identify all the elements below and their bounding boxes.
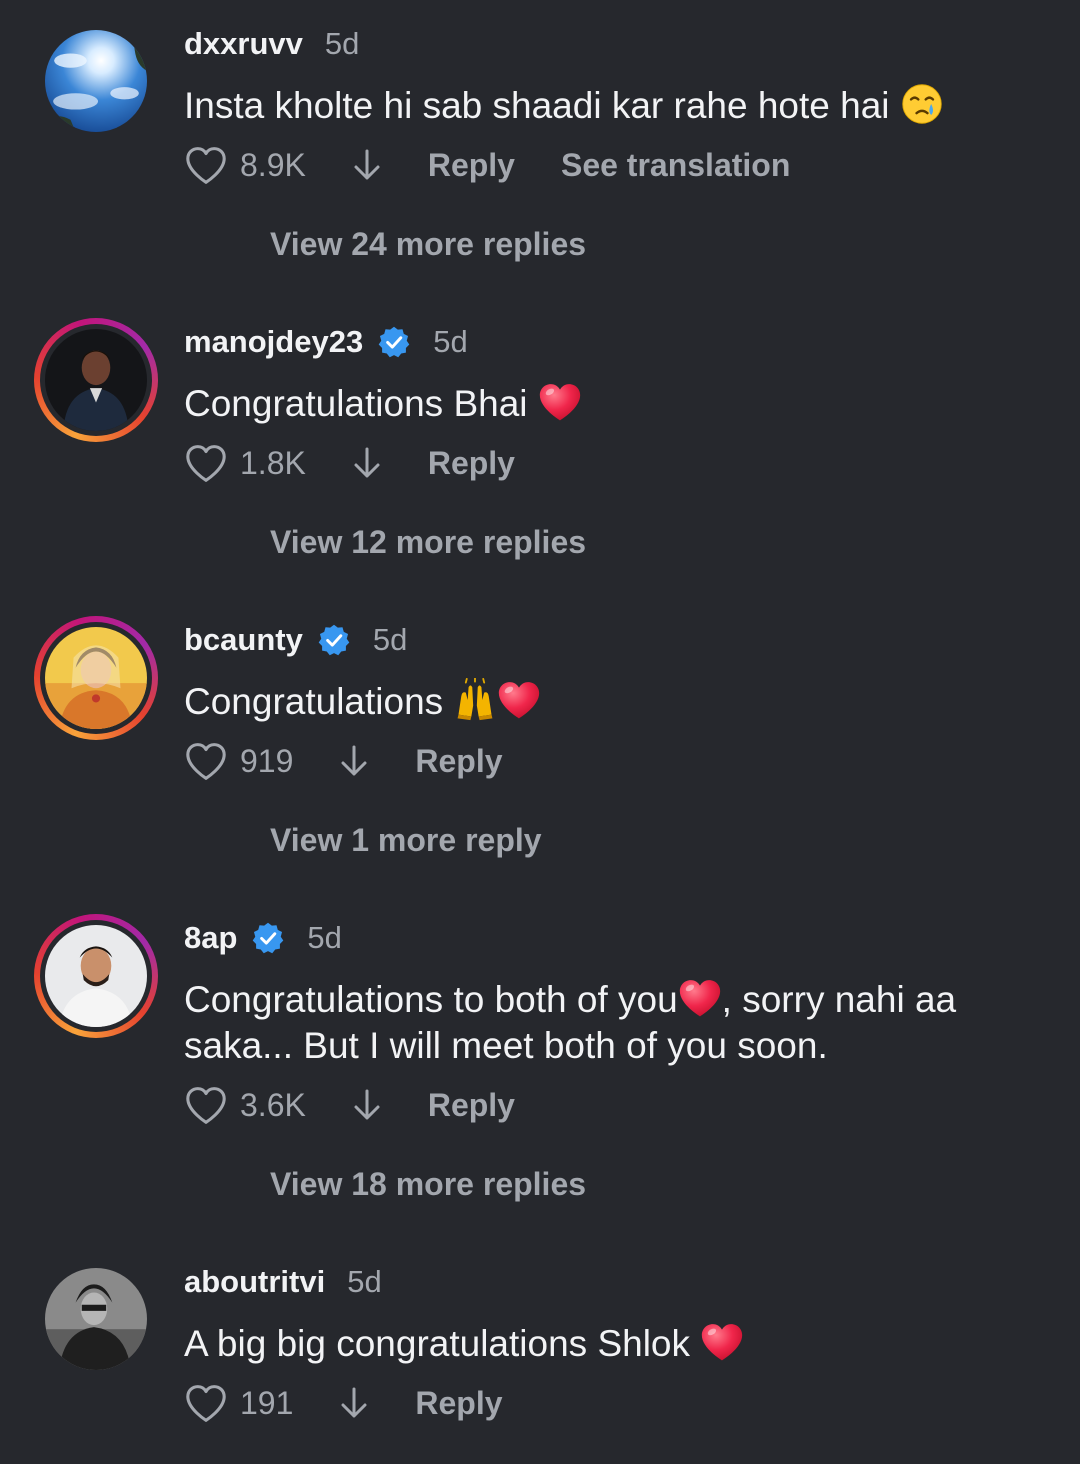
dislike-arrow-icon[interactable]	[352, 1088, 382, 1122]
heart-outline-icon	[184, 1383, 228, 1423]
comment-header: bcaunty 5d	[184, 620, 1040, 660]
reply-button[interactable]: Reply	[428, 445, 515, 482]
avatar-frame	[40, 324, 152, 436]
comment-text: Congratulations to both of you, sorry na…	[184, 976, 1040, 1069]
view-more-replies-button[interactable]: View 1 more reply	[270, 822, 542, 859]
reply-button[interactable]: Reply	[415, 1385, 502, 1422]
avatar[interactable]	[34, 318, 158, 442]
reply-button[interactable]: Reply	[415, 743, 502, 780]
like-button[interactable]: 8.9K	[184, 145, 306, 185]
timestamp: 5d	[372, 622, 408, 657]
timestamp: 5d	[307, 920, 342, 955]
username[interactable]: dxxruvv	[184, 26, 303, 62]
comment-text: A big big congratulations Shlok	[184, 1320, 1040, 1367]
like-button[interactable]: 1.8K	[184, 443, 306, 483]
avatar-frame	[45, 30, 147, 132]
reply-button[interactable]: Reply	[428, 147, 515, 184]
comment-content: bcaunty 5d Congratulations 919 Reply	[184, 620, 1040, 787]
like-count: 8.9K	[240, 146, 306, 183]
avatar-frame	[45, 1268, 147, 1370]
comment-text-body-start: Congratulations to both of you	[184, 979, 678, 1020]
like-button[interactable]: 919	[184, 741, 293, 781]
comment-header: 8ap 5d	[184, 918, 1040, 958]
comment-header: dxxruvv 5d	[184, 24, 1040, 64]
username[interactable]: manojdey23	[184, 324, 363, 360]
dislike-arrow-icon[interactable]	[339, 744, 369, 778]
avatar-image	[45, 627, 147, 729]
timestamp: 5d	[324, 26, 360, 61]
comment-text-body: Congratulations Bhai	[184, 383, 528, 424]
verified-badge-icon	[377, 325, 411, 359]
dislike-arrow-icon[interactable]	[339, 1386, 369, 1420]
username[interactable]: 8ap	[184, 920, 237, 956]
heart-outline-icon	[184, 1085, 228, 1125]
avatar-image	[45, 1268, 147, 1370]
comment-text: Congratulations Bhai	[184, 380, 1040, 427]
dislike-arrow-icon[interactable]	[352, 446, 382, 480]
comment-content: dxxruvv 5d Insta kholte hi sab shaadi ka…	[184, 24, 1040, 191]
red-heart-emoji-icon	[497, 678, 541, 722]
avatar-frame	[40, 622, 152, 734]
red-heart-emoji-icon	[700, 1320, 744, 1364]
avatar-image	[45, 30, 147, 132]
view-more-replies-button[interactable]: View 12 more replies	[270, 524, 586, 561]
comment-content: 8ap 5d Congratulations to both of you, s…	[184, 918, 1040, 1131]
comment-actions: 1.8K Reply	[184, 437, 1040, 489]
like-count: 191	[240, 1384, 294, 1421]
timestamp: 5d	[347, 1264, 382, 1299]
heart-outline-icon	[184, 145, 228, 185]
username[interactable]: bcaunty	[184, 622, 303, 658]
reply-button[interactable]: Reply	[428, 1087, 515, 1124]
heart-outline-icon	[184, 443, 228, 483]
red-heart-emoji-icon	[678, 976, 722, 1020]
view-more-replies-button[interactable]: View 24 more replies	[270, 226, 586, 263]
verified-badge-icon	[317, 623, 351, 657]
avatar[interactable]	[34, 19, 158, 143]
dislike-arrow-icon[interactable]	[352, 148, 382, 182]
comment-actions: 3.6K Reply	[184, 1079, 1040, 1131]
comment-text-body: A big big congratulations Shlok	[184, 1323, 691, 1364]
red-heart-emoji-icon	[538, 380, 582, 424]
comment-text: Insta kholte hi sab shaadi kar rahe hote…	[184, 82, 1040, 129]
comment-text: Congratulations	[184, 678, 1040, 725]
see-translation-button[interactable]: See translation	[561, 147, 790, 184]
comment-header: aboutritvi 5d	[184, 1262, 1040, 1302]
comment-text-body: Insta kholte hi sab shaadi kar rahe hote…	[184, 85, 890, 126]
username[interactable]: aboutritvi	[184, 1264, 325, 1300]
like-button[interactable]: 191	[184, 1383, 293, 1423]
view-more-replies-button[interactable]: View 18 more replies	[270, 1166, 586, 1203]
like-button[interactable]: 3.6K	[184, 1085, 306, 1125]
timestamp: 5d	[433, 324, 468, 359]
avatar[interactable]	[34, 1257, 158, 1381]
like-count: 3.6K	[240, 1086, 306, 1123]
comment-text-body: Congratulations	[184, 681, 444, 722]
comment-content: manojdey23 5d Congratulations Bhai 1.8K …	[184, 322, 1040, 489]
avatar[interactable]	[34, 914, 158, 1038]
avatar-image	[45, 329, 147, 431]
crying-face-emoji-icon	[900, 82, 944, 126]
raising-hands-emoji-icon	[453, 678, 497, 722]
verified-badge-icon	[251, 921, 285, 955]
like-count: 919	[240, 742, 294, 779]
comment-actions: 919 Reply	[184, 735, 1040, 787]
comment-actions: 191 Reply	[184, 1377, 1040, 1429]
comment-actions: 8.9K Reply See translation	[184, 139, 1040, 191]
comment-content: aboutritvi 5d A big big congratulations …	[184, 1262, 1040, 1429]
avatar[interactable]	[34, 616, 158, 740]
avatar-frame	[40, 920, 152, 1032]
comment-header: manojdey23 5d	[184, 322, 1040, 362]
heart-outline-icon	[184, 741, 228, 781]
avatar-image	[45, 925, 147, 1027]
like-count: 1.8K	[240, 444, 306, 481]
